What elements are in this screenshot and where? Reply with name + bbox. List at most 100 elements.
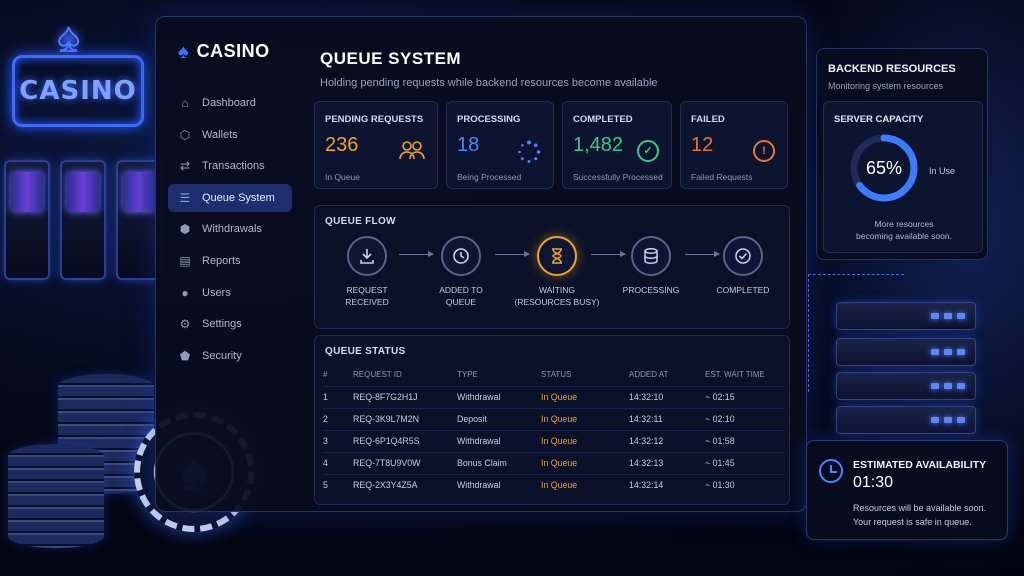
sidebar-nav: ⌂ Dashboard ⬡ Wallets ⇄ Transactions ☰ Q… <box>168 89 292 373</box>
stat-label: PROCESSING <box>457 114 521 125</box>
withdrawals-icon: ⬢ <box>179 222 191 237</box>
home-icon: ⌂ <box>181 96 189 110</box>
table-row[interactable]: 5 REQ-2X3Y4Z5A Withdrawal In Queue 14:32… <box>323 473 785 496</box>
slot-machine <box>4 160 50 280</box>
cell-type: Bonus Claim <box>457 451 541 474</box>
stat-card-pending[interactable]: PENDING REQUESTS 236 In Queue <box>314 101 438 189</box>
queue-status-panel: QUEUE STATUS # REQUEST ID TYPE STATUS AD… <box>314 335 790 505</box>
availability-message: Resources will be available soon. Your re… <box>853 503 987 527</box>
column-header[interactable]: TYPE <box>457 364 541 386</box>
stat-sub: Successfully Processed <box>573 172 663 182</box>
flow-step-label: (RESOURCES BUSY) <box>514 297 600 307</box>
table-row[interactable]: 1 REQ-8F7G2H1J Withdrawal In Queue 14:32… <box>323 385 785 408</box>
sidebar-item-users[interactable]: ● Users <box>168 279 292 307</box>
panel-title: BACKEND RESOURCES <box>828 63 956 75</box>
check-circle-icon: ✓ <box>637 140 659 162</box>
queue-icon: ☰ <box>179 190 191 205</box>
stat-value: 236 <box>325 134 359 156</box>
gear-icon: ⚙ <box>179 317 191 332</box>
column-header[interactable]: STATUS <box>541 364 629 386</box>
cell-request-id: REQ-2X3Y4Z5A <box>353 473 457 496</box>
stat-label: PENDING REQUESTS <box>325 114 424 125</box>
server-unit <box>836 406 976 434</box>
cell-index: 3 <box>323 429 353 452</box>
table-row[interactable]: 4 REQ-7T8U9V0W Bonus Claim In Queue 14:3… <box>323 451 785 474</box>
flow-step-waiting: WAITING (RESOURCES BUSY) <box>507 236 607 308</box>
sidebar-item-reports[interactable]: ▤ Reports <box>168 247 292 275</box>
sidebar-item-dashboard[interactable]: ⌂ Dashboard <box>168 89 292 117</box>
check-circle-icon <box>723 236 763 276</box>
flow-step-label: QUEUE <box>445 297 477 307</box>
transactions-icon: ⇄ <box>179 159 191 174</box>
cell-request-id: REQ-8F7G2H1J <box>353 385 457 408</box>
cell-wait-time: ~ 01:30 <box>705 473 785 496</box>
main-content: QUEUE SYSTEM Holding pending requests wh… <box>314 17 800 513</box>
brand-logo[interactable]: ♠ CASINO <box>178 41 270 62</box>
flow-step-completed: COMPLETED <box>693 236 793 296</box>
column-header[interactable]: # <box>323 364 353 386</box>
sidebar-item-transactions[interactable]: ⇄ Transactions <box>168 152 292 180</box>
security-icon: ⬟ <box>179 348 191 363</box>
sidebar-item-queue-system[interactable]: ☰ Queue System <box>168 183 292 212</box>
cell-wait-time: ~ 01:58 <box>705 429 785 452</box>
column-header[interactable]: EST. WAIT TIME <box>705 364 785 386</box>
stat-value: 18 <box>457 134 480 156</box>
table-row[interactable]: 2 REQ-3K9L7M2N Deposit In Queue 14:32:11… <box>323 407 785 430</box>
sidebar-item-label: Users <box>202 286 231 299</box>
cell-index: 4 <box>323 451 353 474</box>
sidebar-item-label: Security <box>202 349 242 362</box>
sidebar-item-settings[interactable]: ⚙ Settings <box>168 310 292 338</box>
sidebar-item-wallets[interactable]: ⬡ Wallets <box>168 121 292 149</box>
panel-title: ESTIMATED AVAILABILITY <box>853 459 987 471</box>
capacity-note: More resources becoming available soon. <box>856 219 952 241</box>
estimated-availability-panel: ESTIMATED AVAILABILITY 01:30 Resources w… <box>806 440 1008 540</box>
neon-casino-sign: CASINO <box>12 55 144 127</box>
stat-card-processing[interactable]: PROCESSING 18 Being Processed <box>446 101 554 189</box>
backend-resources-panel: BACKEND RESOURCES Monitoring system reso… <box>816 48 988 260</box>
brand-name: CASINO <box>196 41 270 61</box>
cell-wait-time: ~ 02:15 <box>705 385 785 408</box>
cell-status: In Queue <box>541 385 629 408</box>
flow-step-label: COMPLETED <box>716 285 770 295</box>
cell-index: 2 <box>323 407 353 430</box>
cell-type: Withdrawal <box>457 429 541 452</box>
cell-added-at: 14:32:11 <box>629 407 705 430</box>
stat-value: 12 <box>691 134 714 156</box>
sidebar-item-label: Dashboard <box>202 97 256 109</box>
clock-icon <box>441 236 481 276</box>
cell-wait-time: ~ 01:45 <box>705 451 785 474</box>
flow-step-processing: PROCESSING <box>601 236 701 296</box>
stat-sub: Being Processed <box>457 172 522 182</box>
cell-status: In Queue <box>541 429 629 452</box>
column-header[interactable]: ADDED AT <box>629 364 705 386</box>
stat-sub: Failed Requests <box>691 172 753 182</box>
queue-status-table: # REQUEST ID TYPE STATUS ADDED AT EST. W… <box>323 364 785 496</box>
cell-type: Withdrawal <box>457 473 541 496</box>
stat-card-failed[interactable]: FAILED 12 Failed Requests ! <box>680 101 788 189</box>
cell-added-at: 14:32:10 <box>629 385 705 408</box>
server-unit <box>836 302 976 330</box>
download-icon <box>347 236 387 276</box>
sidebar-item-withdrawals[interactable]: ⬢ Withdrawals <box>168 215 292 243</box>
reports-icon: ▤ <box>179 253 191 268</box>
cell-index: 5 <box>323 473 353 496</box>
queue-flow-panel: QUEUE FLOW REQUEST RECEIVED ADDED TO QUEUE <box>314 205 790 329</box>
page-subtitle: Holding pending requests while backend r… <box>320 77 658 89</box>
hourglass-icon <box>537 236 577 276</box>
stat-card-completed[interactable]: COMPLETED 1,482 Successfully Processed ✓ <box>562 101 672 189</box>
server-capacity-card: SERVER CAPACITY 65% In Use More resource… <box>823 101 983 253</box>
sidebar-item-label: Queue System <box>202 191 275 204</box>
table-row[interactable]: 3 REQ-6P1Q4R5S Withdrawal In Queue 14:32… <box>323 429 785 452</box>
cell-added-at: 14:32:12 <box>629 429 705 452</box>
sidebar-item-security[interactable]: ⬟ Security <box>168 342 292 370</box>
user-icon: ● <box>181 285 189 300</box>
chip-stack <box>8 444 104 548</box>
flow-step-received: REQUEST RECEIVED <box>317 236 417 308</box>
stat-sub: In Queue <box>325 172 360 182</box>
cell-index: 1 <box>323 385 353 408</box>
cell-request-id: REQ-7T8U9V0W <box>353 451 457 474</box>
sidebar-item-label: Wallets <box>202 128 238 141</box>
stat-label: COMPLETED <box>573 114 633 125</box>
availability-time: 01:30 <box>853 474 894 491</box>
column-header[interactable]: REQUEST ID <box>353 364 457 386</box>
